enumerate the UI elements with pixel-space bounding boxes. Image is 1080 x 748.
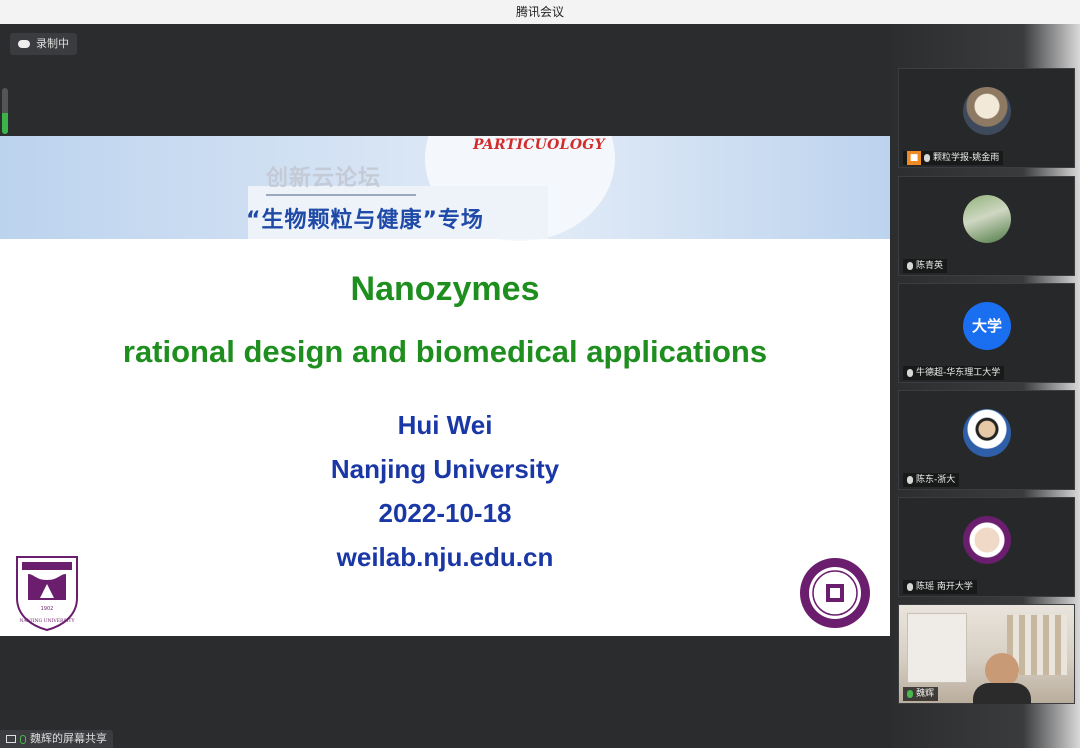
recording-label: 录制中 [36,37,69,50]
school-seal-logo [800,558,870,628]
mic-muted-icon [924,154,930,162]
slide-banner: PARTICUOLOGY 创新云论坛 “生物颗粒与健康”专场 [0,136,890,241]
screen-share-indicator[interactable]: 魏辉的屏幕共享 [0,730,113,748]
mic-active-icon [907,690,913,698]
mic-muted-icon [907,583,913,591]
participant-tile[interactable]: 陈东-浙大 [898,390,1075,490]
participant-name: 陈瑶 南开大学 [916,582,973,592]
avatar [963,195,1011,243]
mic-muted-icon [907,262,913,270]
participant-name: 陈青英 [916,261,944,271]
screen-icon [6,735,16,743]
window-title: 腾讯会议 [0,0,1080,24]
mic-level-meter [2,88,8,134]
participant-tile[interactable]: 陈青英 [898,176,1075,276]
mic-muted-icon [907,369,913,377]
participant-name: 魏辉 [916,689,935,699]
slide-subtitle: rational design and biomedical applicati… [122,334,768,369]
participant-label: 陈青英 [903,259,948,273]
affiliation: Nanjing University [330,454,560,484]
participant-label: 陈瑶 南开大学 [903,580,977,594]
participant-tile[interactable]: ■ 颗粒学报-姚金雨 [898,68,1075,168]
video-person-head [985,653,1019,687]
participant-label: 魏辉 [903,687,939,701]
avatar [963,87,1011,135]
recording-indicator[interactable]: 录制中 [10,33,77,55]
host-icon: ■ [907,151,921,165]
video-person-body [973,683,1031,704]
participant-label: 牛德超-华东理工大学 [903,366,1005,380]
video-background-shelf [907,613,967,683]
author-name: Hui Wei [397,410,493,440]
participant-tile[interactable]: 大学 牛德超-华东理工大学 [898,283,1075,383]
special-session-title: “生物颗粒与健康”专场 [246,208,484,233]
mic-icon [20,734,26,744]
mic-level-fill [2,113,8,134]
mic-muted-icon [907,476,913,484]
avatar [963,516,1011,564]
avatar: 大学 [963,302,1011,350]
participant-tile[interactable]: 陈瑶 南开大学 [898,497,1075,597]
shared-slide: PARTICUOLOGY 创新云论坛 “生物颗粒与健康”专场 Nanozymes… [0,136,890,636]
journal-name: PARTICUOLOGY [473,137,605,153]
logo-year: 1902 [41,606,54,612]
forum-underline [266,194,416,196]
logo-text: NANJING UNIVERSITY [19,618,75,624]
participant-label: 陈东-浙大 [903,473,960,487]
participant-name: 颗粒学报-姚金雨 [933,153,1000,163]
participant-label: ■ 颗粒学报-姚金雨 [903,151,1004,165]
avatar [963,409,1011,457]
share-label: 魏辉的屏幕共享 [30,732,107,745]
slide-title: Nanozymes [350,270,540,308]
nanjing-university-logo: 1902 NANJING UNIVERSITY [16,556,78,632]
participant-video-tile[interactable]: 魏辉 [898,604,1075,704]
participant-name: 牛德超-华东理工大学 [916,368,1001,378]
participant-name: 陈东-浙大 [916,475,956,485]
lab-website: weilab.nju.edu.cn [336,542,554,572]
presentation-date: 2022-10-18 [378,498,512,528]
cloud-icon [18,40,30,48]
forum-name: 创新云论坛 [266,166,382,191]
